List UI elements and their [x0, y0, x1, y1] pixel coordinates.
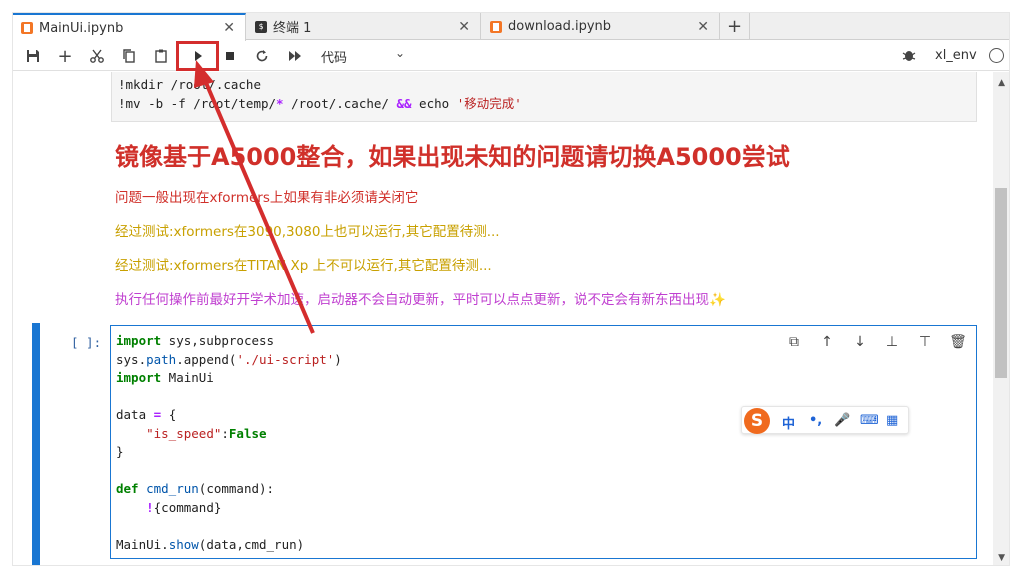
bug-icon[interactable] [901, 47, 917, 67]
scroll-thumb[interactable] [995, 188, 1007, 378]
copy-icon[interactable] [117, 44, 141, 68]
jupyter-window: MainUi.ipynb ✕ $ 终端 1 ✕ download.ipynb ✕… [12, 12, 1010, 566]
paste-icon[interactable] [149, 44, 173, 68]
close-icon[interactable]: ✕ [458, 19, 470, 35]
scroll-up-icon[interactable]: ▲ [998, 78, 1005, 88]
kernel-status-icon [989, 48, 1004, 63]
run-all-icon[interactable] [283, 44, 307, 68]
chevron-down-icon[interactable]: ⌄ [395, 46, 405, 60]
code-cell-editor[interactable]: import sys,subprocess sys.path.append('.… [110, 325, 977, 559]
markdown-line: 经过测试:xformers在TITAN Xp 上不可以运行,其它配置待测... [115, 258, 492, 274]
notebook-toolbar: + 代码 ⌄ xl_env [13, 41, 1009, 71]
code-line: import sys,subprocess [116, 333, 275, 348]
kernel-name[interactable]: xl_env [935, 48, 977, 63]
ime-keyboard-icon[interactable]: ⌨ [860, 413, 879, 428]
markdown-line: 问题一般出现在xformers上如果有非必须请关闭它 [115, 190, 419, 206]
notebook-icon [21, 22, 33, 34]
tab-terminal[interactable]: $ 终端 1 ✕ [247, 13, 481, 40]
move-down-icon[interactable]: ↓ [850, 332, 870, 352]
scroll-down-icon[interactable]: ▼ [998, 553, 1005, 563]
terminal-icon: $ [255, 20, 267, 33]
code-cell-previous[interactable]: !mkdir /root/.cache !mv -b -f /root/temp… [111, 72, 977, 122]
cell-type-select[interactable]: 代码 [321, 47, 347, 66]
code-line: MainUi.show(data,cmd_run) [116, 536, 305, 552]
code-line: !mv -b -f /root/temp/* /root/.cache/ && … [118, 96, 522, 111]
insert-below-icon[interactable]: ⊤ [915, 332, 935, 352]
markdown-line: 经过测试:xformers在3090,3080上也可以运行,其它配置待测... [115, 224, 500, 240]
add-cell-icon[interactable]: + [53, 44, 77, 68]
code-line: sys.path.append('./ui-script') [116, 351, 342, 367]
ime-logo-icon[interactable]: S [744, 408, 770, 434]
markdown-line: 执行任何操作前最好开学术加速，启动器不会自动更新，平时可以点点更新，说不定会有新… [115, 292, 726, 308]
insert-above-icon[interactable]: ⊥ [882, 332, 902, 352]
tab-download[interactable]: download.ipynb ✕ [482, 13, 720, 40]
code-line: def cmd_run(command): [116, 481, 275, 496]
cut-icon[interactable] [85, 44, 109, 68]
code-line: !mkdir /root/.cache [118, 77, 261, 92]
tab-label: MainUi.ipynb [39, 20, 124, 36]
active-cell-indicator [32, 323, 40, 565]
markdown-heading: 镜像基于A5000整合，如果出现未知的问题请切换A5000尝试 [115, 143, 790, 171]
move-up-icon[interactable]: ↑ [817, 332, 837, 352]
close-icon[interactable]: ✕ [697, 19, 709, 35]
code-line: } [116, 444, 124, 459]
tab-mainui[interactable]: MainUi.ipynb ✕ [13, 13, 246, 41]
ime-chinese-mode[interactable]: 中 [782, 413, 795, 432]
tab-label: 终端 1 [273, 21, 312, 36]
ime-microphone-icon[interactable]: 🎤 [834, 413, 850, 428]
ime-punctuation-icon[interactable]: •, [809, 413, 822, 428]
ime-toolbar[interactable]: S 中 •, 🎤 ⌨ ▦ [741, 406, 909, 434]
delete-cell-icon[interactable]: 🗑 [948, 332, 968, 352]
duplicate-cell-icon[interactable]: ⧉ [784, 332, 804, 352]
code-line: !{command} [146, 499, 222, 515]
ime-menu-icon[interactable]: ▦ [886, 413, 898, 428]
close-icon[interactable]: ✕ [223, 20, 235, 36]
cell-prompt: [ ]: [71, 335, 102, 350]
add-tab-button[interactable]: + [720, 13, 750, 40]
notebook-icon [490, 20, 502, 33]
code-line: import MainUi [116, 370, 214, 385]
run-button-highlight [176, 41, 219, 71]
tab-label: download.ipynb [508, 19, 612, 34]
stop-icon[interactable] [218, 44, 242, 68]
restart-icon[interactable] [250, 44, 274, 68]
save-icon[interactable] [21, 44, 45, 68]
tab-bar: MainUi.ipynb ✕ $ 终端 1 ✕ download.ipynb ✕… [13, 13, 1009, 41]
